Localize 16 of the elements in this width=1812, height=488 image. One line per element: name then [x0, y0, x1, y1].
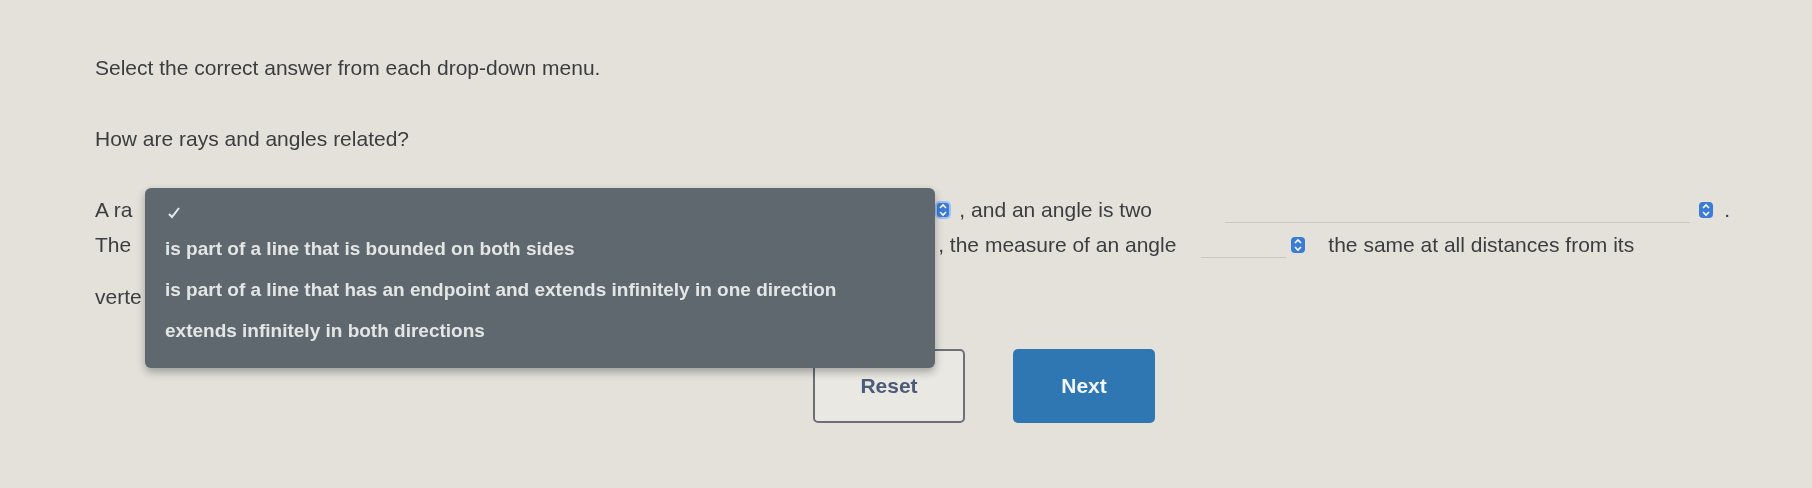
question-text: How are rays and angles related?: [95, 127, 410, 152]
period-text: .: [1724, 198, 1731, 222]
sentence-text: the same at all distances from its: [1328, 233, 1635, 257]
menu-option[interactable]: is part of a line that is bounded on both sides: [145, 228, 935, 269]
sentence-text: , the measure of an angle: [938, 233, 1177, 257]
sentence-text: verte: [95, 285, 142, 309]
menu-option[interactable]: is part of a line that has an endpoint and extends infinitely in one direction: [145, 269, 935, 310]
next-button[interactable]: Next: [1013, 349, 1155, 423]
dropdown-icon[interactable]: [1698, 201, 1715, 219]
dropdown-icon[interactable]: [1290, 236, 1307, 254]
sentence-text: , and an angle is two: [959, 198, 1153, 222]
menu-option[interactable]: extends infinitely in both directions: [145, 310, 935, 351]
instruction-text: Select the correct answer from each drop-down menu.: [95, 56, 602, 81]
sentence-text: A ra: [95, 198, 133, 222]
dropdown-icon[interactable]: [935, 201, 952, 219]
sentence-text: The: [95, 233, 132, 257]
